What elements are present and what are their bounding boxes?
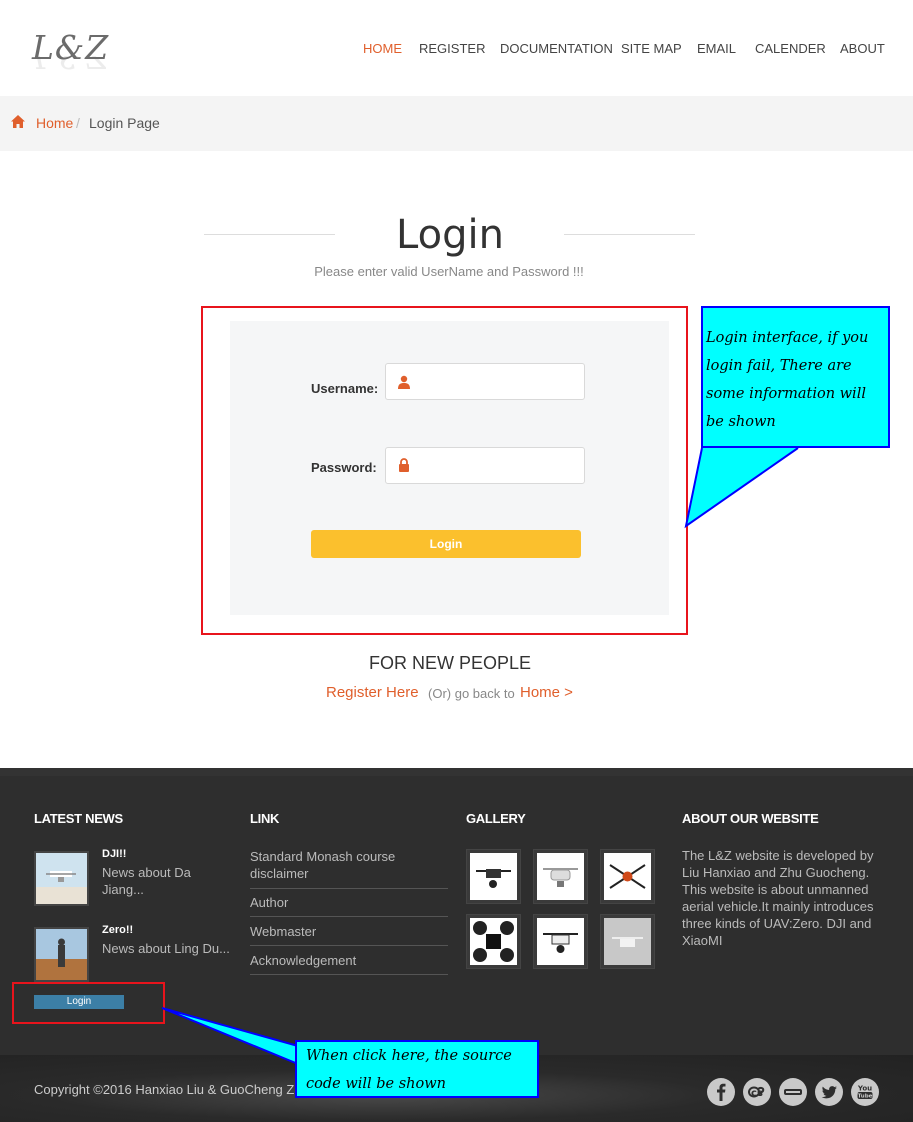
- nav-documentation[interactable]: DOCUMENTATION: [500, 41, 613, 57]
- callout-text-line: be shown: [706, 414, 776, 430]
- youtube-icon[interactable]: You Tube: [851, 1078, 879, 1106]
- lock-icon: [399, 458, 409, 472]
- footer-link-acknowledgement[interactable]: Acknowledgement: [250, 952, 448, 975]
- nav-site-map[interactable]: SITE MAP: [621, 41, 682, 57]
- username-field[interactable]: [385, 363, 585, 400]
- svg-text:Tube: Tube: [858, 1094, 873, 1100]
- title-rule-right: [564, 234, 695, 235]
- link-label: disclaimer: [250, 866, 309, 881]
- copyright-text: Copyright ©2016 Hanxiao Liu & GuoCheng Z…: [34, 1082, 302, 1097]
- news-title[interactable]: DJI!!: [102, 848, 126, 860]
- gallery-thumbnail[interactable]: [533, 914, 588, 969]
- news-text: News about Ling Du...: [102, 941, 230, 956]
- or-go-back-text: (Or) go back to: [428, 686, 515, 701]
- lastfm-icon[interactable]: ᴄs: [743, 1078, 771, 1106]
- news-text: News about Da: [102, 865, 191, 880]
- username-label: Username:: [311, 381, 379, 396]
- flickr-icon[interactable]: [779, 1078, 807, 1106]
- breadcrumb-separator: /: [76, 115, 80, 131]
- facebook-icon[interactable]: [707, 1078, 735, 1106]
- callout-text-line: login fail, There are: [706, 358, 852, 374]
- password-label: Password:: [311, 460, 377, 475]
- login-button[interactable]: Login: [311, 530, 581, 558]
- gallery-thumbnail[interactable]: [600, 914, 655, 969]
- footer-link-disclaimer[interactable]: Standard Monash course disclaimer: [250, 848, 448, 889]
- about-text: The L&Z website is developed by Liu Hanx…: [682, 848, 874, 948]
- show-source-button[interactable]: Login: [34, 995, 124, 1009]
- svg-text:You: You: [857, 1085, 872, 1093]
- latest-news-heading: LATEST NEWS: [34, 811, 123, 826]
- footer-link-author[interactable]: Author: [250, 894, 448, 917]
- gallery-heading: GALLERY: [466, 811, 526, 826]
- password-field[interactable]: [385, 447, 585, 484]
- news-thumbnail-zero[interactable]: [34, 927, 89, 982]
- callout-pointer: [684, 447, 799, 529]
- home-link[interactable]: Home >: [520, 684, 573, 701]
- breadcrumb-current: Login Page: [89, 115, 160, 131]
- link-heading: LINK: [250, 811, 280, 826]
- callout-text-line: some information will: [706, 386, 866, 402]
- twitter-icon[interactable]: [815, 1078, 843, 1106]
- link-label: Standard Monash course: [250, 849, 396, 864]
- new-people-heading: FOR NEW PEOPLE: [368, 653, 532, 673]
- footer-link-webmaster[interactable]: Webmaster: [250, 923, 448, 946]
- user-icon: [398, 375, 410, 389]
- gallery-thumbnail[interactable]: [466, 849, 521, 904]
- news-thumbnail-dji[interactable]: [34, 851, 89, 906]
- page-title: Login: [396, 212, 504, 258]
- news-text: Jiang...: [102, 882, 144, 897]
- nav-register[interactable]: REGISTER: [419, 41, 485, 57]
- gallery-thumbnail[interactable]: [466, 914, 521, 969]
- breadcrumb-home-link[interactable]: Home: [36, 115, 73, 131]
- home-icon: [11, 115, 25, 128]
- news-title[interactable]: Zero!!: [102, 924, 133, 936]
- callout-text-line: When click here, the source: [306, 1048, 512, 1064]
- about-heading: ABOUT OUR WEBSITE: [682, 811, 819, 826]
- nav-home[interactable]: HOME: [363, 41, 402, 57]
- nav-email[interactable]: EMAIL: [697, 41, 736, 57]
- callout-text-line: code will be shown: [306, 1076, 446, 1092]
- gallery-thumbnail[interactable]: [533, 849, 588, 904]
- logo-reflection: L&Z: [32, 56, 107, 76]
- gallery-thumbnail[interactable]: [600, 849, 655, 904]
- callout-text-line: Login interface, if you: [706, 330, 869, 346]
- title-rule-left: [204, 234, 335, 235]
- nav-about[interactable]: ABOUT: [840, 41, 885, 57]
- register-link[interactable]: Register Here: [326, 684, 419, 701]
- nav-calender[interactable]: CALENDER: [755, 41, 826, 57]
- login-subtitle: Please enter valid UserName and Password…: [314, 264, 584, 279]
